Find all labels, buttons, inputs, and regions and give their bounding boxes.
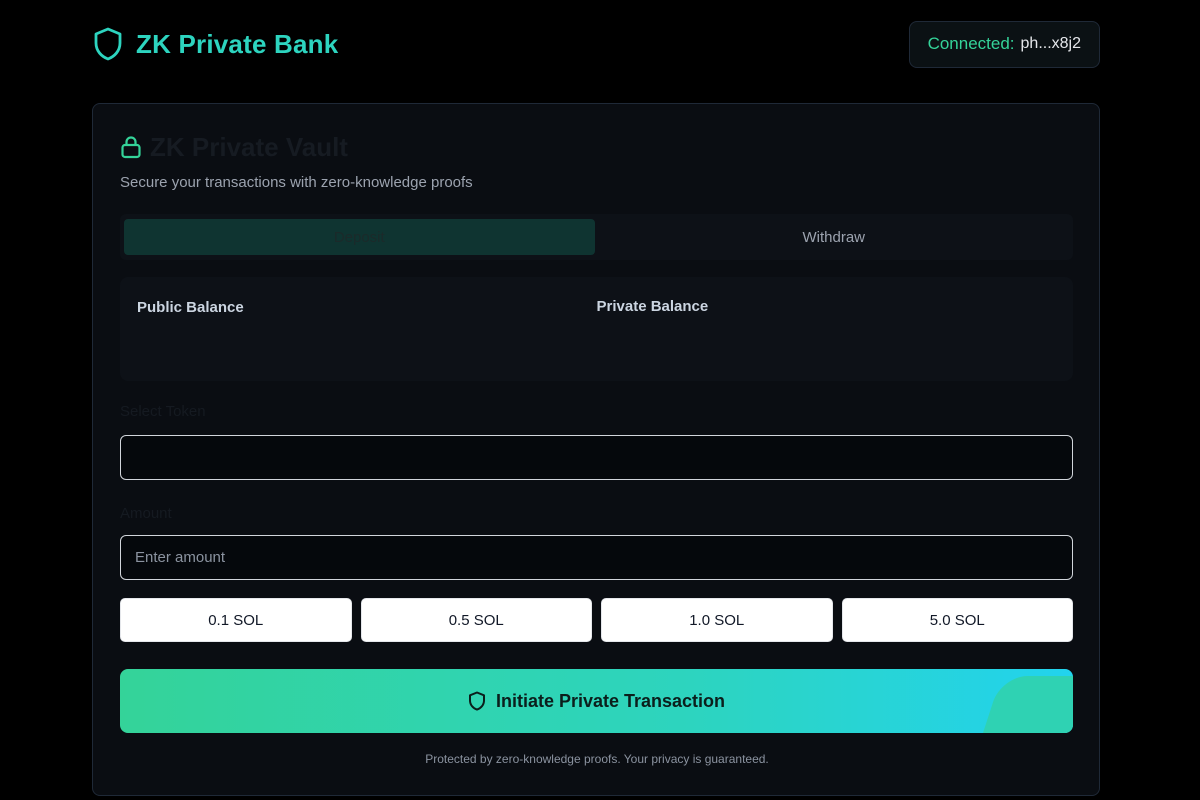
app-title: ZK Private Bank	[136, 28, 339, 59]
initiate-transaction-label: Initiate Private Transaction	[495, 690, 726, 711]
wallet-status-button[interactable]: Connected: ph...x8j2	[908, 20, 1100, 68]
button-decoration	[983, 676, 1073, 733]
privacy-footnote: Protected by zero-knowledge proofs. Your…	[425, 752, 769, 766]
quick-amount-button[interactable]: 0.5 SOL	[360, 598, 592, 642]
wallet-address: ph...x8j2	[1020, 35, 1081, 52]
token-label: Select Token	[120, 403, 206, 420]
vault-header: ZK Private Vault Secure your transaction…	[120, 132, 473, 192]
amount-input[interactable]	[120, 535, 1073, 580]
private-balance-label: Private Balance	[596, 298, 709, 315]
amount-label: Amount	[120, 505, 172, 522]
tab-deposit[interactable]: Deposit	[124, 219, 595, 255]
vault-title: ZK Private Vault	[150, 131, 348, 162]
private-balance-value	[597, 331, 1057, 355]
public-balance-label: Public Balance	[137, 299, 244, 316]
vault-card: ZK Private Vault Secure your transaction…	[92, 103, 1100, 796]
initiate-transaction-button[interactable]: Initiate Private Transaction	[120, 669, 1073, 733]
page: ZK Private Bank Connected: ph...x8j2 ZK …	[0, 0, 1200, 800]
public-balance-value	[137, 332, 597, 356]
transaction-tabs: Deposit Withdraw	[120, 214, 1073, 260]
shield-icon	[468, 691, 485, 711]
tab-withdraw[interactable]: Withdraw	[599, 219, 1070, 255]
shield-icon	[94, 27, 122, 61]
public-balance: Public Balance	[137, 299, 597, 359]
wallet-status-label: Connected:	[927, 34, 1015, 53]
private-balance: Private Balance	[596, 298, 1057, 359]
quick-amount-button[interactable]: 0.1 SOL	[120, 598, 352, 642]
quick-amount-row: 0.1 SOL 0.5 SOL 1.0 SOL 5.0 SOL	[120, 598, 1073, 642]
vault-title-row: ZK Private Vault	[120, 132, 473, 162]
token-select[interactable]	[120, 435, 1073, 480]
lock-icon	[121, 136, 141, 159]
balance-panel: Public Balance Private Balance	[120, 277, 1073, 381]
quick-amount-button[interactable]: 1.0 SOL	[601, 598, 833, 642]
vault-subtitle: Secure your transactions with zero-knowl…	[120, 174, 473, 191]
brand: ZK Private Bank	[92, 26, 338, 62]
app-header: ZK Private Bank Connected: ph...x8j2	[92, 20, 1100, 68]
quick-amount-button[interactable]: 5.0 SOL	[841, 598, 1073, 642]
